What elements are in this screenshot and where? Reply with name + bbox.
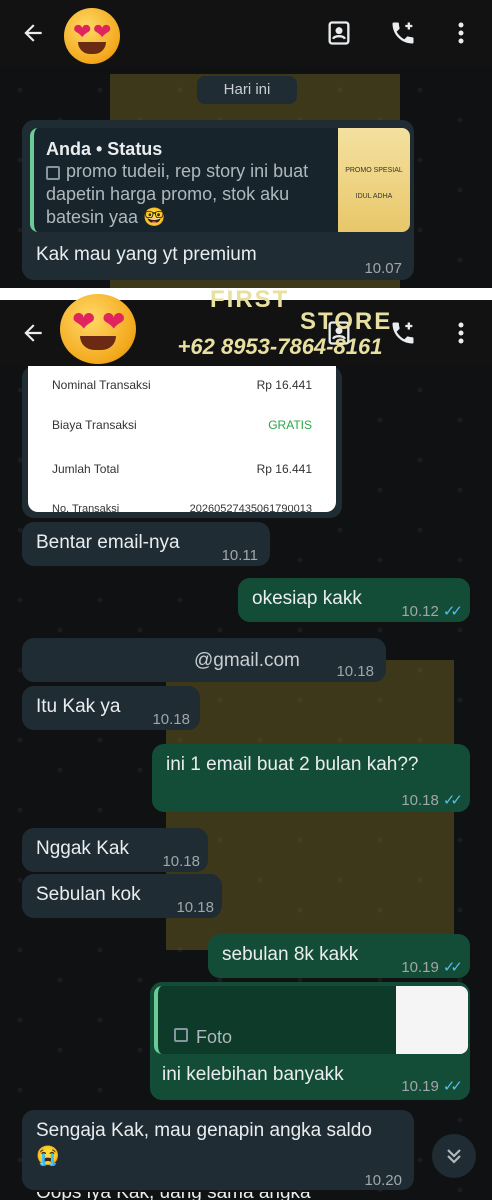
- thumbnail-label: PROMO SPESIAL IDUL ADHA: [345, 167, 403, 200]
- chat-header-top: ❤ ❤: [0, 0, 492, 66]
- add-call-icon[interactable]: [384, 14, 422, 52]
- status-quote[interactable]: Anda • Status promo tudeii, rep story in…: [30, 128, 410, 232]
- incoming-message[interactable]: Nggak Kak 10.18: [22, 828, 208, 872]
- incoming-message[interactable]: Bentar email-nya 10.11: [22, 522, 270, 566]
- message-time: 10.11: [221, 547, 258, 564]
- receipt-label: Jumlah Total: [52, 462, 120, 476]
- message-text: Sebulan kok: [36, 884, 141, 905]
- incoming-message[interactable]: @gmail.com 10.18: [22, 638, 386, 682]
- message-text: ini kelebihan banyakk: [162, 1064, 344, 1085]
- contact-avatar-emoji[interactable]: ❤ ❤: [64, 8, 120, 64]
- message-time: 10.11: [288, 492, 325, 509]
- message-text: sebulan 8k kakk: [222, 944, 359, 965]
- message-time: 10.07: [364, 260, 402, 277]
- message-time: 10.18: [162, 853, 200, 870]
- status-thumbnail[interactable]: PROMO SPESIAL IDUL ADHA: [338, 128, 410, 232]
- watermark-line2: STORE: [300, 308, 393, 335]
- image-icon: [174, 1028, 188, 1042]
- partial-message: Oops iya Kak, uang sama angka: [36, 1192, 436, 1200]
- message-text: @gmail.com: [194, 650, 300, 671]
- receipt-value: Rp 16.441: [256, 378, 312, 392]
- receipt-label: Nominal Transaksi: [52, 378, 151, 392]
- message-text: ini 1 email buat 2 bulan kah??: [166, 754, 419, 775]
- double-chevron-down-icon: [447, 1149, 461, 1164]
- outgoing-message-with-quote[interactable]: Foto ini kelebihan banyakk 10.19 ✓✓: [150, 982, 470, 1100]
- outgoing-message[interactable]: okesiap kakk 10.12 ✓✓: [238, 578, 470, 622]
- message-text: Kak mau yang yt premium: [36, 244, 257, 265]
- message-time: 10.20: [364, 1172, 402, 1189]
- quote-label: Foto: [196, 1027, 233, 1047]
- read-ticks-icon: ✓✓: [442, 1078, 463, 1095]
- message-text: Itu Kak ya: [36, 696, 121, 717]
- watermark-text: FIRST STORE +62 8953-7864-8161: [150, 286, 410, 366]
- incoming-message[interactable]: Sengaja Kak, mau genapin angka saldo😭 10…: [22, 1110, 414, 1190]
- message-time: 10.18: [336, 663, 374, 680]
- more-options-icon[interactable]: [442, 14, 480, 52]
- message-time: 10.19 ✓✓: [401, 1074, 463, 1100]
- receipt-value: GRATIS: [268, 418, 312, 432]
- contact-avatar-emoji[interactable]: ❤ ❤: [58, 294, 138, 364]
- message-text: Bentar email-nya: [36, 532, 180, 553]
- incoming-message[interactable]: Itu Kak ya 10.18: [22, 686, 200, 730]
- message-text: Sengaja Kak, mau genapin angka saldo😭: [36, 1120, 372, 1167]
- watermark-phone: +62 8953-7864-8161: [177, 334, 383, 359]
- message-text: okesiap kakk: [252, 588, 362, 609]
- contact-card-icon[interactable]: [320, 14, 358, 52]
- scroll-to-bottom-button[interactable]: [432, 1134, 476, 1178]
- quote-text: promo tudeii, rep story ini buat dapetin…: [46, 161, 309, 227]
- message-time: 10.19 ✓✓: [401, 955, 463, 981]
- read-ticks-icon: ✓✓: [442, 959, 463, 976]
- receipt-label: Biaya Transaksi: [52, 418, 137, 432]
- message-time: 10.18 ✓✓: [401, 788, 463, 814]
- read-ticks-icon: ✓✓: [442, 603, 463, 620]
- message-text: Oops iya Kak, uang sama angka: [36, 1192, 311, 1200]
- quote-author: Anda • Status: [46, 139, 163, 159]
- outgoing-message[interactable]: sebulan 8k kakk 10.19 ✓✓: [208, 934, 470, 978]
- receipt-label: No. Transaksi: [52, 503, 120, 515]
- outgoing-message[interactable]: ini 1 email buat 2 bulan kah?? 10.18 ✓✓: [152, 744, 470, 812]
- more-options-icon[interactable]: [442, 314, 480, 352]
- message-text: Nggak Kak: [36, 838, 129, 859]
- read-ticks-icon: ✓✓: [442, 792, 463, 809]
- message-time: 10.18: [152, 711, 190, 728]
- back-arrow-icon[interactable]: [14, 14, 52, 52]
- message-time: 10.18: [176, 899, 214, 916]
- receipt-image-message[interactable]: Nominal Transaksi Rp 16.441 Biaya Transak…: [22, 366, 342, 518]
- incoming-message[interactable]: Sebulan kok 10.18: [22, 874, 222, 918]
- watermark-line1: FIRST: [210, 286, 290, 313]
- message-time: 10.12 ✓✓: [401, 599, 463, 625]
- incoming-message-with-quote[interactable]: Anda • Status promo tudeii, rep story in…: [22, 120, 414, 280]
- receipt-value: Rp 16.441: [256, 462, 312, 476]
- day-label: Hari ini: [197, 76, 297, 104]
- back-arrow-icon[interactable]: [14, 314, 52, 352]
- photo-thumbnail[interactable]: [396, 986, 468, 1054]
- photo-quote[interactable]: Foto: [154, 986, 468, 1054]
